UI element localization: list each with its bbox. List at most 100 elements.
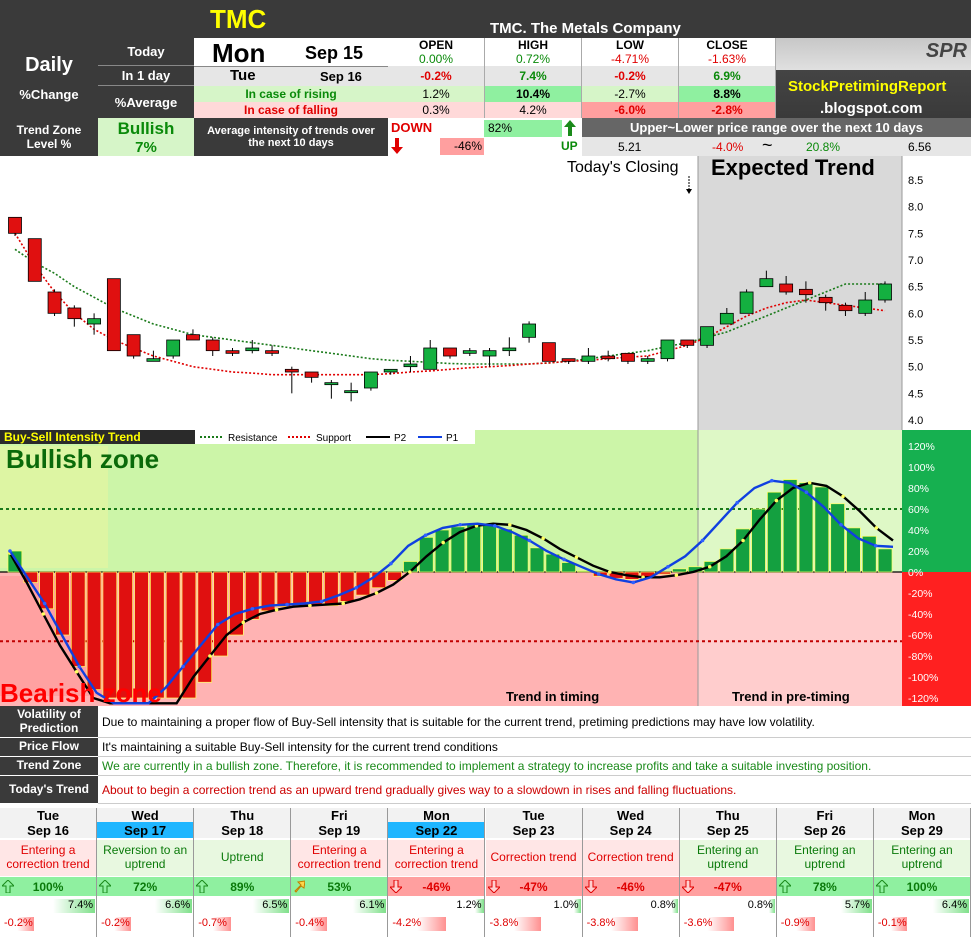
p1-line-point [770, 478, 774, 483]
candle [878, 283, 892, 301]
p2-line-point [508, 522, 512, 527]
intensity-bar [339, 571, 355, 602]
forecast-down-pct: -4.2% [392, 917, 422, 929]
intensity-box: DOWN 82% -46% UP [388, 118, 582, 156]
intensity-tick-5: 20% [908, 546, 929, 558]
candle [344, 390, 359, 394]
down-arrow-icon [391, 138, 403, 154]
falling-label: In case of falling [194, 102, 388, 118]
ticker-symbol: TMC [210, 4, 267, 34]
intensity-tick-10: -80% [908, 651, 933, 663]
candle [779, 283, 794, 293]
p1-line-point [250, 606, 255, 611]
candle [700, 326, 714, 346]
forecast-date: Sep 25 [679, 822, 776, 838]
forecast-weekday: Mon [873, 808, 970, 823]
p1-line-point [839, 522, 843, 527]
price-tick-7: 5.0 [908, 362, 923, 374]
today-day: Mon [212, 38, 266, 68]
forecast-intensity: 89% [230, 879, 255, 894]
trend-zone-label-1: Trend Zone [16, 123, 82, 137]
price-tick-8: 4.5 [908, 388, 923, 400]
brand-name: StockPretimingReport [788, 78, 947, 95]
candle [541, 342, 556, 362]
candle [739, 291, 754, 314]
info-text-1: It's maintaining a suitable Buy-Sell int… [98, 738, 971, 757]
forecast-weekday: Fri [291, 808, 388, 823]
info-label-0: Volatility of Prediction [0, 706, 98, 738]
forecast-intensity: -47% [713, 879, 742, 894]
rising-val-2: -2.7% [582, 86, 679, 102]
forecast-down-pct: -3.8% [489, 917, 519, 929]
forecast-weekday: Thu [194, 808, 291, 823]
today-val-0: 0.00% [388, 52, 485, 66]
candle [106, 278, 121, 352]
candle [8, 216, 22, 234]
intensity-bar [672, 568, 687, 573]
range-title: Upper~Lower price range over the next 10… [582, 118, 971, 137]
info-label-2: Trend Zone [0, 757, 98, 776]
forecast-up-pct: 1.2% [456, 899, 482, 911]
candle [364, 371, 378, 389]
next-val-0: -0.2% [388, 66, 485, 86]
forecast-up-pct: 6.6% [165, 899, 191, 911]
p2-line-point [774, 498, 779, 503]
candle [225, 350, 240, 354]
price-tick-2: 7.5 [908, 228, 923, 240]
today-val-2: -4.71% [582, 52, 679, 66]
falling-val-2: -6.0% [582, 102, 679, 118]
p1-line-point [666, 564, 670, 569]
in1day-label: In 1 day [98, 66, 194, 86]
p2-line-point [208, 654, 212, 658]
p1-line-point [8, 549, 12, 553]
forecast-weekday: Wed [97, 808, 194, 823]
intensity-tick-2: 80% [908, 483, 929, 495]
candle [265, 350, 279, 354]
intensity-bar [70, 571, 86, 667]
price-tick-4: 6.5 [908, 282, 923, 294]
pct-change-label: %Change [19, 87, 79, 102]
average-label: %Average [98, 86, 194, 118]
p2-line-point [74, 669, 79, 674]
p2-line-point [574, 555, 579, 560]
forecast-up-pct: 1.0% [553, 899, 579, 911]
candle [838, 304, 853, 312]
brand-box: SPR StockPretimingReport .blogspot.com [776, 38, 971, 118]
col-header-0: OPEN [388, 38, 485, 52]
forecast-down-pct: -0.9% [780, 917, 810, 929]
p2-line-point [674, 573, 679, 577]
price-chart: 8.5 8.0 7.5 7.0 6.5 6.0 5.5 5.0 4.5 4.0 Today's Cl… [0, 156, 971, 430]
forecast-up-pct: 6.4% [941, 899, 967, 911]
forecast-down-pct: -3.6% [683, 917, 713, 929]
legend-entry-0: Resistance [228, 433, 278, 444]
intensity-tick-6: 0% [908, 567, 923, 579]
candle [719, 312, 734, 325]
falling-val-3: -2.8% [679, 102, 776, 118]
candle [423, 347, 438, 370]
forecast-down-pct: -0.4% [295, 917, 325, 929]
forecast-intensity: 100% [32, 879, 64, 894]
p1-line-point [873, 543, 878, 548]
forecast-down-pct: -0.7% [198, 917, 227, 929]
p1-line-point [389, 561, 393, 566]
forecast-date: Sep 26 [776, 822, 873, 838]
candle [640, 358, 655, 362]
intensity-tick-0: 120% [908, 441, 935, 453]
next-val-3: 6.9% [679, 66, 776, 86]
intensity-bar [244, 571, 260, 620]
candle [621, 352, 635, 362]
candle [799, 288, 813, 296]
forecast-date: Sep 24 [582, 822, 679, 838]
spr-logo: SPR [925, 40, 967, 62]
intensity-bar [419, 536, 434, 573]
company-name: TMC. The Metals Company [490, 20, 681, 37]
legend-entry-2: P2 [394, 433, 407, 444]
forecast-trend: Correction trend [485, 840, 582, 876]
intensity-bar [830, 503, 845, 573]
p1-line-point [596, 572, 601, 576]
candle [47, 291, 62, 314]
trend-zone-pct: 7% [135, 138, 157, 156]
intensity-tick-9: -60% [908, 630, 933, 642]
trend-in-timing-label: Trend in timing [506, 689, 599, 704]
price-tick-3: 7.0 [908, 255, 923, 267]
